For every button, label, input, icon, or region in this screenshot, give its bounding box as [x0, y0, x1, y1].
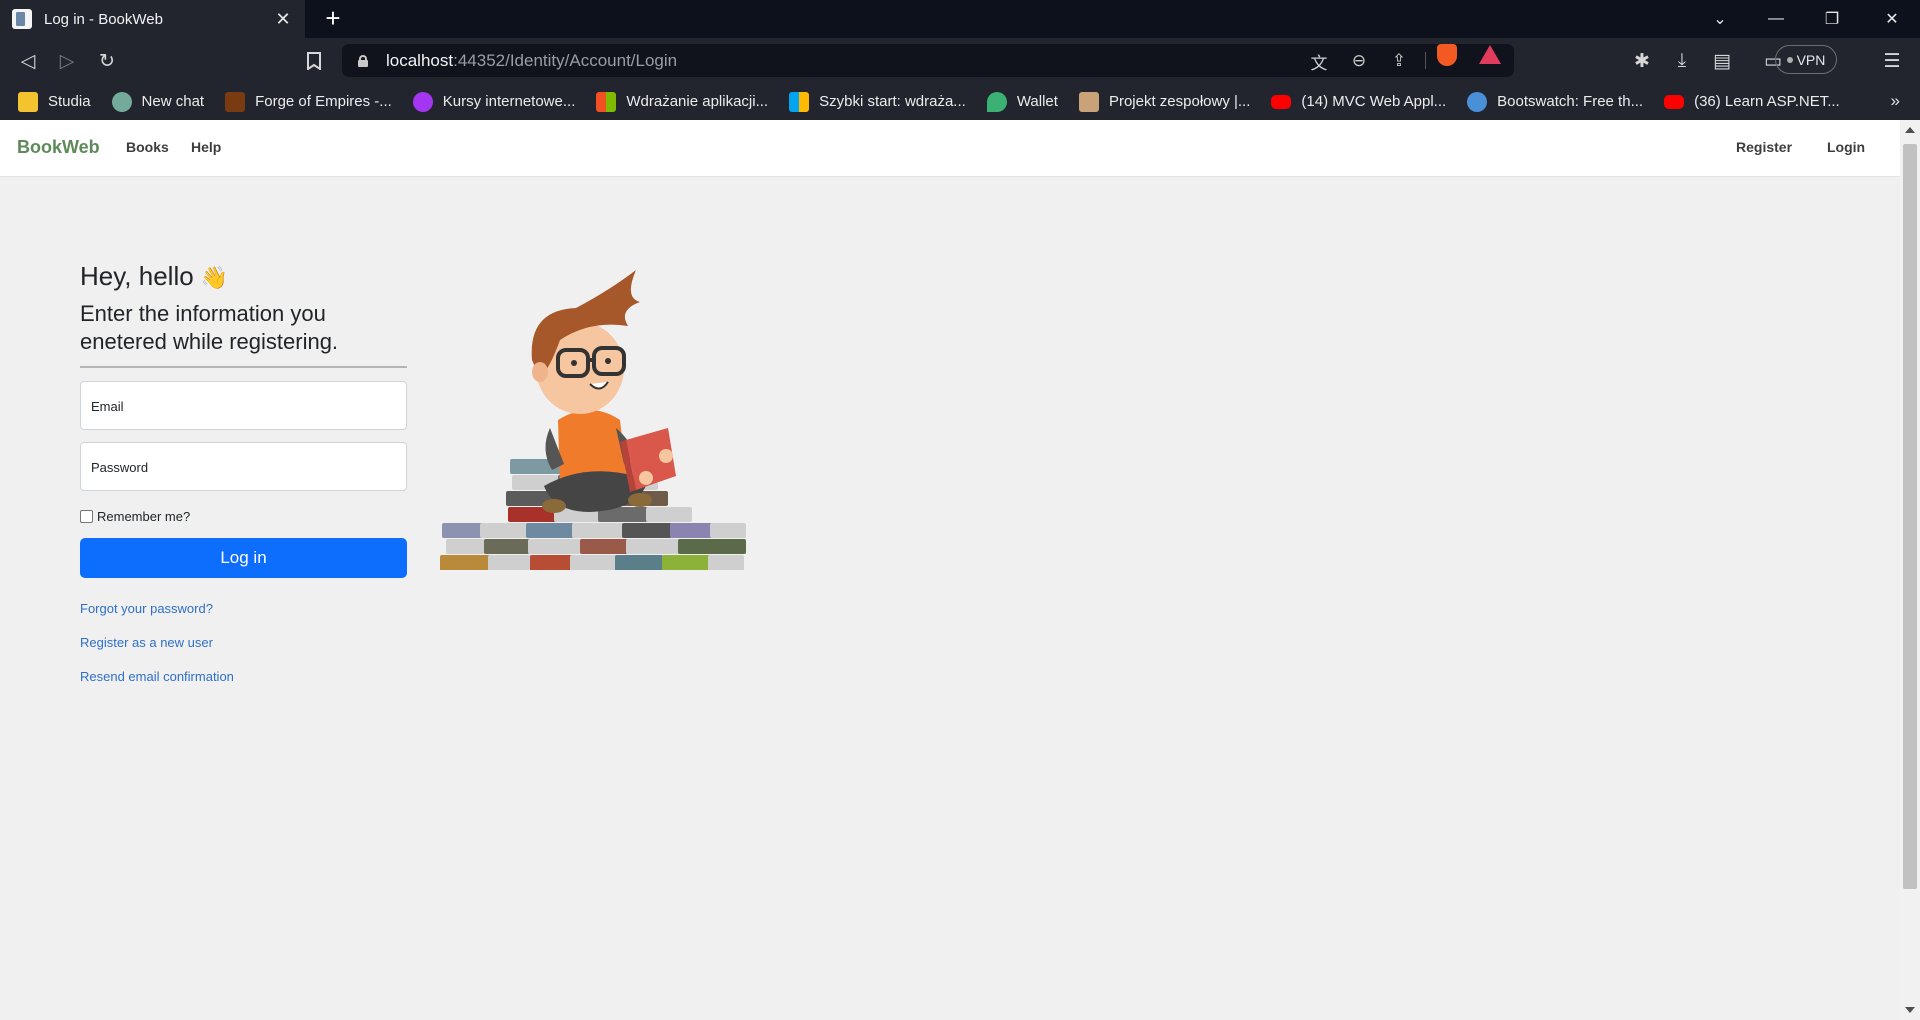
bookmark-item[interactable]: Bootswatch: Free th...: [1467, 83, 1643, 120]
remember-me-label[interactable]: Remember me?: [97, 509, 190, 524]
bookmark-item[interactable]: Forge of Empires -...: [225, 83, 392, 120]
scrollbar-thumb[interactable]: [1903, 144, 1917, 889]
vpn-status-dot: [1786, 56, 1793, 63]
tab-search-chevron-icon[interactable]: ⌄: [1692, 0, 1748, 38]
url-divider: [1425, 52, 1426, 69]
scroll-down-icon[interactable]: [1905, 1007, 1915, 1013]
reload-icon[interactable]: ↻: [92, 46, 122, 76]
bookmark-item[interactable]: Kursy internetowe...: [412, 83, 575, 120]
bookmark-item[interactable]: (36) Learn ASP.NET...: [1664, 83, 1840, 120]
bookmarks-bar: Studia New chat Forge of Empires -... Ku…: [0, 83, 1920, 120]
close-tab-icon[interactable]: ✕: [273, 9, 293, 30]
bookmark-item[interactable]: Projekt zespołowy |...: [1078, 83, 1250, 120]
foe-icon: [225, 91, 246, 112]
youtube-icon: [1664, 94, 1685, 109]
forward-icon[interactable]: ▷: [52, 46, 82, 76]
more-bookmarks-icon[interactable]: »: [1891, 91, 1900, 111]
new-tab-icon[interactable]: +: [318, 4, 348, 34]
tab-title: Log in - BookWeb: [44, 10, 163, 28]
page-subtitle: Enter the information you enetered while…: [80, 301, 339, 354]
lock-icon[interactable]: [358, 54, 368, 67]
nav-link-register[interactable]: Register: [1736, 139, 1792, 155]
brave-rewards-icon[interactable]: [1479, 45, 1501, 64]
register-link[interactable]: Register as a new user: [80, 636, 407, 649]
share-icon[interactable]: ⇪: [1386, 48, 1412, 74]
greeting-text: Hey, hello: [80, 261, 194, 291]
bookmark-page-icon: [1078, 91, 1099, 112]
bookmark-this-page-icon[interactable]: [299, 46, 329, 76]
window-close-icon[interactable]: ✕: [1864, 0, 1920, 38]
page-viewport: BookWeb Books Help Register Login Hey, h…: [0, 120, 1920, 1020]
nav-link-login[interactable]: Login: [1827, 139, 1865, 155]
translate-icon[interactable]: 文: [1306, 48, 1332, 74]
page-title: Hey, hello 👋: [80, 258, 407, 294]
reading-boy-illustration: [440, 270, 746, 570]
email-field[interactable]: Email: [80, 381, 407, 430]
nav-link-books[interactable]: Books: [126, 139, 169, 155]
bookmark-item[interactable]: (14) MVC Web Appl...: [1271, 83, 1446, 120]
chatgpt-icon: [111, 91, 132, 112]
password-field[interactable]: Password: [80, 442, 407, 491]
remember-me-checkbox[interactable]: [80, 509, 93, 523]
back-icon[interactable]: ◁: [13, 46, 43, 76]
book-favicon-icon: [12, 9, 32, 29]
address-bar[interactable]: localhost:44352/Identity/Account/Login 文…: [342, 44, 1514, 77]
nav-link-help[interactable]: Help: [191, 139, 221, 155]
vpn-label: VPN: [1796, 51, 1826, 68]
page-scrollbar[interactable]: [1900, 120, 1920, 1020]
bookmark-item[interactable]: New chat: [111, 83, 204, 120]
zoom-out-icon[interactable]: ⊖: [1346, 48, 1372, 74]
browser-tab-bar: Log in - BookWeb ✕ + ⌄ — ❐ ✕: [0, 0, 1920, 38]
youtube-icon: [1271, 94, 1292, 109]
browser-tab[interactable]: Log in - BookWeb ✕: [0, 0, 305, 38]
waving-hand-icon: 👋: [200, 265, 229, 290]
remember-me-row: Remember me?: [80, 508, 407, 524]
brave-shields-icon[interactable]: [1437, 44, 1457, 66]
bookmark-item[interactable]: Wdrażanie aplikacji...: [596, 83, 768, 120]
divider: [80, 366, 407, 368]
sidebar-icon[interactable]: ▤: [1707, 46, 1737, 76]
folder-icon: [18, 91, 38, 112]
menu-icon[interactable]: ☰: [1877, 46, 1907, 76]
password-input[interactable]: [81, 443, 406, 490]
browser-toolbar: ◁ ▷ ↻ localhost:44352/Identity/Account/L…: [0, 38, 1920, 83]
url-path: :44352/Identity/Account/Login: [453, 50, 678, 70]
url-host: localhost: [386, 50, 454, 70]
extensions-icon[interactable]: ✱: [1627, 46, 1657, 76]
microsoft-icon: [596, 91, 617, 112]
site-navbar: BookWeb Books Help Register Login: [0, 120, 1900, 177]
udemy-icon: [412, 91, 433, 112]
scroll-up-icon[interactable]: [1905, 127, 1915, 133]
login-button[interactable]: Log in: [80, 538, 407, 578]
login-form: Hey, hello 👋 Enter the information you e…: [80, 258, 407, 683]
bootswatch-icon: [1467, 91, 1488, 112]
downloads-icon[interactable]: ⤓: [1667, 46, 1697, 76]
bookmark-item[interactable]: Szybki start: wdraża...: [789, 83, 966, 120]
bookmark-item[interactable]: Wallet: [986, 83, 1058, 120]
minimize-icon[interactable]: —: [1748, 0, 1804, 38]
wallet-icon: [986, 91, 1007, 112]
brand-link[interactable]: BookWeb: [17, 137, 100, 158]
email-input[interactable]: [81, 382, 406, 429]
microsoft-icon: [789, 91, 810, 112]
forgot-password-link[interactable]: Forgot your password?: [80, 602, 407, 615]
resend-confirmation-link[interactable]: Resend email confirmation: [80, 670, 407, 683]
restore-icon[interactable]: ❐: [1804, 0, 1860, 38]
bookmark-item[interactable]: Studia: [18, 83, 91, 120]
vpn-button[interactable]: VPN: [1775, 45, 1837, 74]
